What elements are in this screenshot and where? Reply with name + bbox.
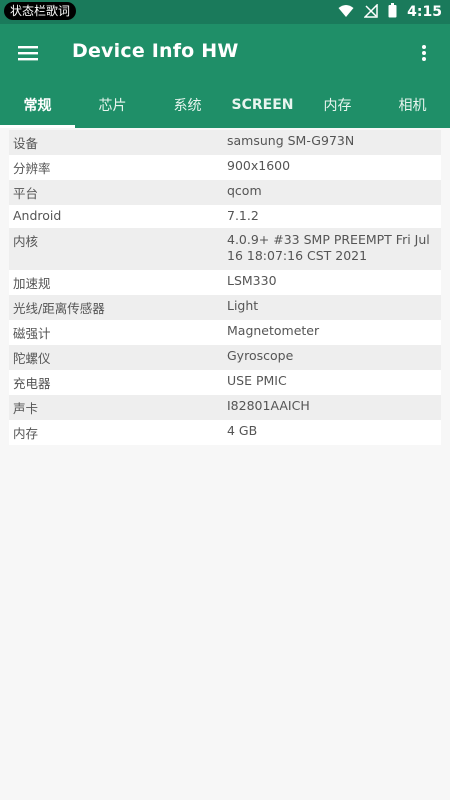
status-bar: 状态栏歌词 4:15 <box>0 0 450 24</box>
app-title: Device Info HW <box>72 40 239 62</box>
row-value: LSM330 <box>227 273 277 288</box>
row-key: 内核 <box>13 234 39 249</box>
row-key: 磁强计 <box>13 326 51 341</box>
row-key: 声卡 <box>13 401 39 416</box>
table-row: 陀螺仪 Gyroscope <box>9 345 441 370</box>
tab-general[interactable]: 常规 <box>0 82 75 128</box>
hamburger-menu-icon[interactable] <box>14 39 42 67</box>
device-info-table: 设备 samsung SM-G973N 分辨率 900x1600 平台 qcom… <box>9 130 441 445</box>
row-key: 充电器 <box>13 376 51 391</box>
row-value: qcom <box>227 183 262 198</box>
row-key: 平台 <box>13 186 39 201</box>
row-value: I82801AAICH <box>227 398 310 413</box>
battery-icon <box>388 2 397 22</box>
table-row: 内核 4.0.9+ #33 SMP PREEMPT Fri Jul 16 18:… <box>9 228 441 270</box>
row-value: Magnetometer <box>227 323 320 338</box>
row-key: 陀螺仪 <box>13 351 51 366</box>
row-value: 900x1600 <box>227 158 291 173</box>
tab-memory[interactable]: 内存 <box>300 82 375 128</box>
table-row: 声卡 I82801AAICH <box>9 395 441 420</box>
row-key: 分辨率 <box>13 161 51 176</box>
row-key: 设备 <box>13 136 39 151</box>
content-area: 设备 samsung SM-G973N 分辨率 900x1600 平台 qcom… <box>0 128 450 800</box>
table-row: 光线/距离传感器 Light <box>9 295 441 320</box>
table-row: 分辨率 900x1600 <box>9 155 441 180</box>
table-row: 磁强计 Magnetometer <box>9 320 441 345</box>
row-value: samsung SM-G973N <box>227 133 355 148</box>
table-row: 充电器 USE PMIC <box>9 370 441 395</box>
no-signal-icon <box>363 2 378 22</box>
tab-chip[interactable]: 芯片 <box>75 82 150 128</box>
status-time: 4:15 <box>407 4 442 20</box>
wifi-icon <box>338 3 354 22</box>
table-row: 内存 4 GB <box>9 420 441 445</box>
status-lyrics-chip: 状态栏歌词 <box>4 2 77 20</box>
tab-system[interactable]: 系统 <box>150 82 225 128</box>
table-row: 设备 samsung SM-G973N <box>9 130 441 155</box>
row-key: Android <box>13 208 62 223</box>
row-key: 加速规 <box>13 276 51 291</box>
tab-screen[interactable]: SCREEN <box>225 82 300 128</box>
row-value: 7.1.2 <box>227 208 259 223</box>
tab-bar: 常规 芯片 系统 SCREEN 内存 相机 <box>0 82 450 128</box>
table-row: Android 7.1.2 <box>9 205 441 228</box>
row-value: 4 GB <box>227 423 258 438</box>
tab-camera[interactable]: 相机 <box>375 82 450 128</box>
table-row: 平台 qcom <box>9 180 441 205</box>
table-row: 加速规 LSM330 <box>9 270 441 295</box>
app-bar: Device Info HW <box>0 24 450 82</box>
overflow-menu-icon[interactable] <box>410 39 438 67</box>
row-value: Light <box>227 298 259 313</box>
status-icons: 4:15 <box>338 0 442 24</box>
row-value: Gyroscope <box>227 348 294 363</box>
row-key: 光线/距离传感器 <box>13 301 105 316</box>
row-value: 4.0.9+ #33 SMP PREEMPT Fri Jul 16 18:07:… <box>227 232 430 263</box>
row-key: 内存 <box>13 426 39 441</box>
row-value: USE PMIC <box>227 373 287 388</box>
